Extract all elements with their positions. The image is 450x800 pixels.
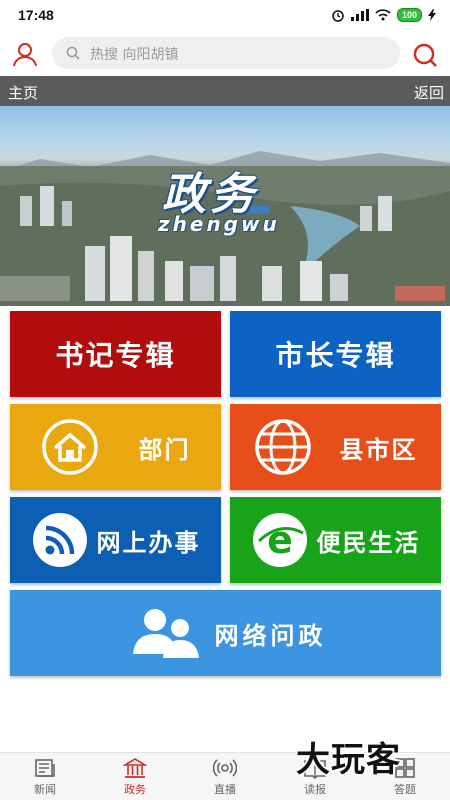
- watermark: 大玩客: [296, 740, 401, 780]
- status-bar: 17:48 100: [0, 0, 450, 32]
- tab-quiz-label: 答题: [394, 782, 416, 796]
- public-services-tile[interactable]: e 便民生活: [230, 497, 441, 583]
- users-icon: [132, 609, 199, 658]
- home-link[interactable]: 主页: [8, 82, 38, 103]
- newspaper-icon: [35, 758, 55, 777]
- status-time: 17:48: [18, 7, 54, 23]
- house-icon: [41, 419, 98, 475]
- mayor-column-tile[interactable]: 市长专辑: [230, 311, 441, 397]
- tab-live[interactable]: 直播: [180, 753, 270, 800]
- battery-indicator: 100: [396, 8, 422, 22]
- department-tile[interactable]: 部门: [10, 404, 221, 490]
- mayor-column-label: 市长专辑: [275, 339, 396, 372]
- rss-icon: [32, 513, 87, 567]
- search-header: 热搜 向阳胡镇: [0, 34, 450, 74]
- back-button[interactable]: 返回: [414, 82, 444, 103]
- online-politics-tile[interactable]: 网络问政: [10, 590, 441, 676]
- wifi-icon: [375, 9, 391, 21]
- tab-read-paper-label: 读报: [304, 782, 326, 796]
- status-icons: 100: [331, 8, 436, 22]
- search-placeholder: 热搜 向阳胡镇: [90, 47, 179, 63]
- online-politics-label: 网络问政: [214, 621, 327, 650]
- secretary-column-tile[interactable]: 书记专辑: [10, 311, 221, 397]
- search-button-icon[interactable]: [412, 42, 438, 68]
- search-icon: [66, 46, 80, 60]
- banner-subtitle: zhengwu: [158, 212, 280, 236]
- secretary-column-label: 书记专辑: [55, 339, 176, 372]
- search-input[interactable]: 热搜 向阳胡镇: [52, 37, 400, 69]
- tab-news[interactable]: 新闻: [0, 753, 90, 800]
- broadcast-icon: [213, 758, 237, 777]
- county-district-label: 县市区: [339, 435, 418, 464]
- tab-live-label: 直播: [214, 782, 236, 796]
- online-services-label: 网上办事: [96, 528, 201, 557]
- nav-bar: 主页 返回: [0, 76, 450, 106]
- banner-image: 政务 zhengwu: [0, 106, 450, 306]
- department-label: 部门: [138, 435, 191, 464]
- public-services-label: 便民生活: [316, 528, 421, 557]
- globe-icon: [254, 419, 311, 475]
- internet-explorer-icon: e: [252, 513, 307, 567]
- tab-news-label: 新闻: [34, 782, 56, 796]
- online-services-tile[interactable]: 网上办事: [10, 497, 221, 583]
- svg-text:e: e: [267, 518, 293, 562]
- alarm-icon: [332, 10, 344, 22]
- tab-government-label: 政务: [124, 782, 146, 796]
- charging-icon: [428, 9, 436, 21]
- signal-icon: [350, 9, 369, 21]
- government-building-icon: [123, 757, 147, 778]
- county-district-tile[interactable]: 县市区: [230, 404, 441, 490]
- tab-government[interactable]: 政务: [90, 753, 180, 800]
- user-icon[interactable]: [12, 41, 38, 67]
